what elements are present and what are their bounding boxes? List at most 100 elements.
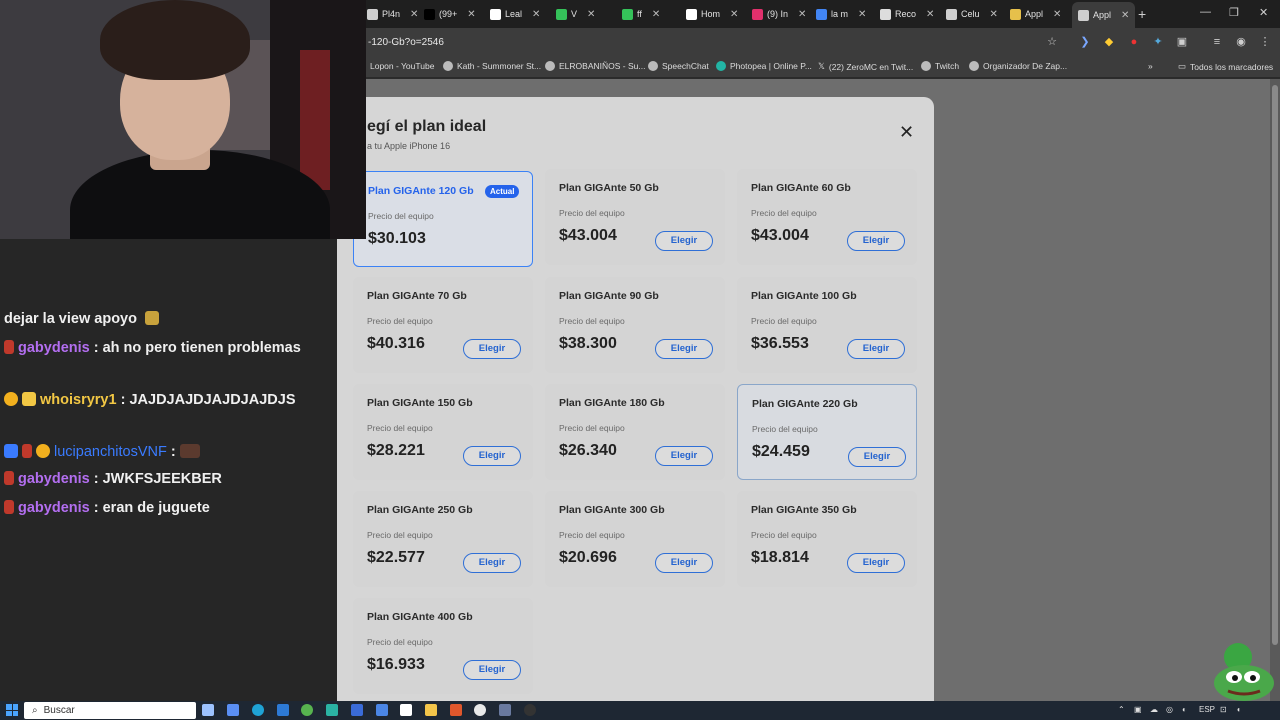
choose-plan-button[interactable]: Elegir: [463, 446, 521, 466]
choose-plan-button[interactable]: Elegir: [847, 553, 905, 573]
obs-icon[interactable]: [524, 704, 536, 716]
media-control-icon[interactable]: ≡: [1210, 35, 1224, 49]
chat-username[interactable]: gabydenis: [18, 500, 90, 516]
plan-card[interactable]: Plan GIGAnte 50 Gb Precio del equipo $43.0…: [545, 169, 725, 265]
tab-close-icon[interactable]: ✕: [990, 9, 998, 20]
language-indicator[interactable]: ESP: [1199, 705, 1215, 714]
app-icon[interactable]: [400, 704, 412, 716]
browser-tab[interactable]: Hom ✕: [686, 4, 738, 24]
extension-icon[interactable]: ●: [1127, 35, 1141, 49]
tray-app-icon[interactable]: ☁: [1150, 705, 1158, 714]
all-bookmarks-folder[interactable]: ▭ Todos los marcadores: [1178, 61, 1273, 72]
choose-plan-button[interactable]: Elegir: [655, 231, 713, 251]
browser-tab[interactable]: la m ✕: [816, 4, 866, 24]
bookmarks-overflow-icon[interactable]: »: [1148, 61, 1153, 71]
bookmark-star-icon[interactable]: ☆: [1045, 35, 1059, 49]
plan-card[interactable]: Plan GIGAnte 100 Gb Precio del equipo $36.…: [737, 277, 917, 373]
choose-plan-button[interactable]: Elegir: [463, 339, 521, 359]
tab-close-icon[interactable]: ✕: [532, 9, 540, 20]
chat-username[interactable]: whoisryry1: [40, 392, 117, 408]
plan-card[interactable]: Plan GIGAnte 60 Gb Precio del equipo $43.0…: [737, 169, 917, 265]
app-icon[interactable]: [499, 704, 511, 716]
app-icon[interactable]: [376, 704, 388, 716]
bookmark-item[interactable]: Organizador De Zap...: [969, 61, 1067, 71]
plan-card[interactable]: Plan GIGAnte 180 Gb Precio del equipo $26.…: [545, 384, 725, 480]
close-icon[interactable]: ✕: [899, 123, 914, 141]
chat-username[interactable]: gabydenis: [18, 471, 90, 487]
app-icon[interactable]: [450, 704, 462, 716]
minimize-icon[interactable]: —: [1200, 6, 1211, 18]
tab-close-icon[interactable]: ✕: [587, 9, 595, 20]
volume-icon[interactable]: ◖: [1236, 705, 1241, 714]
scrollbar-thumb[interactable]: [1272, 85, 1278, 645]
plan-card[interactable]: Plan GIGAnte 150 Gb Precio del equipo $28.…: [353, 384, 533, 480]
taskbar-search[interactable]: ⌕ Buscar: [24, 702, 196, 719]
plan-card[interactable]: Plan GIGAnte 220 Gb Precio del equipo $24.…: [737, 384, 917, 480]
app-icon[interactable]: [351, 704, 363, 716]
choose-plan-button[interactable]: Elegir: [655, 446, 713, 466]
file-explorer-icon[interactable]: [425, 704, 437, 716]
tray-app-icon[interactable]: ▣: [1134, 705, 1142, 714]
menu-kebab-icon[interactable]: ⋮: [1258, 35, 1272, 49]
task-view-icon[interactable]: [202, 704, 214, 716]
bookmark-item[interactable]: Photopea | Online P...: [716, 61, 812, 71]
browser-tab[interactable]: ff ✕: [622, 4, 660, 24]
store-icon[interactable]: [277, 704, 289, 716]
tab-close-icon[interactable]: ✕: [858, 9, 866, 20]
plan-card[interactable]: Plan GIGAnte 350 Gb Precio del equipo $18.…: [737, 491, 917, 587]
plan-card[interactable]: Plan GIGAnte 120 Gb Precio del equipo $30.…: [353, 171, 533, 267]
browser-tab[interactable]: Appl ✕: [1010, 4, 1061, 24]
plan-card[interactable]: Plan GIGAnte 70 Gb Precio del equipo $40.3…: [353, 277, 533, 373]
app-icon[interactable]: [227, 704, 239, 716]
tray-app-icon[interactable]: ◐: [1182, 705, 1187, 714]
plan-card[interactable]: Plan GIGAnte 400 Gb Precio del equipo $16.…: [353, 598, 533, 694]
extension-icon[interactable]: ◆: [1102, 35, 1116, 49]
tab-close-icon[interactable]: ✕: [652, 9, 660, 20]
browser-tab[interactable]: (99+ ✕: [424, 4, 476, 24]
edge-icon[interactable]: [252, 704, 264, 716]
browser-tab[interactable]: V ✕: [556, 4, 595, 24]
browser-tab[interactable]: (9) In ✕: [752, 4, 806, 24]
url-field[interactable]: -120-Gb?o=2546: [368, 37, 444, 48]
close-window-icon[interactable]: ✕: [1259, 6, 1268, 19]
bookmark-item[interactable]: Lopon - YouTube: [370, 61, 434, 71]
chrome-icon[interactable]: [474, 704, 486, 716]
tab-close-icon[interactable]: ✕: [467, 9, 475, 20]
tab-close-icon[interactable]: ✕: [1121, 10, 1129, 21]
plan-card[interactable]: Plan GIGAnte 90 Gb Precio del equipo $38.3…: [545, 277, 725, 373]
tab-close-icon[interactable]: ✕: [926, 9, 934, 20]
tab-close-icon[interactable]: ✕: [1053, 9, 1061, 20]
tab-close-icon[interactable]: ✕: [798, 9, 806, 20]
choose-plan-button[interactable]: Elegir: [848, 447, 906, 467]
chat-username[interactable]: gabydenis: [18, 340, 90, 356]
plan-card[interactable]: Plan GIGAnte 300 Gb Precio del equipo $20.…: [545, 491, 725, 587]
choose-plan-button[interactable]: Elegir: [847, 231, 905, 251]
avatar[interactable]: ◉: [1234, 35, 1248, 49]
choose-plan-button[interactable]: Elegir: [463, 660, 521, 680]
new-tab-button[interactable]: +: [1138, 6, 1146, 22]
chat-username[interactable]: lucipanchitosVNF: [54, 444, 167, 460]
extensions-puzzle-icon[interactable]: ▣: [1175, 35, 1189, 49]
browser-tab[interactable]: Pl4n ✕: [367, 4, 418, 24]
browser-tab[interactable]: Celu ✕: [946, 4, 998, 24]
tab-close-icon[interactable]: ✕: [410, 9, 418, 20]
choose-plan-button[interactable]: Elegir: [847, 339, 905, 359]
bookmark-item[interactable]: 𝕏 (22) ZeroMC en Twit...: [818, 61, 913, 72]
scrollbar[interactable]: [1270, 79, 1280, 701]
browser-tab[interactable]: Reco ✕: [880, 4, 934, 24]
bookmark-item[interactable]: Twitch: [921, 61, 959, 71]
bookmark-item[interactable]: Kath - Summoner St...: [443, 61, 541, 71]
windows-start-icon[interactable]: [6, 704, 18, 716]
network-icon[interactable]: ⊡: [1220, 705, 1227, 714]
tab-close-icon[interactable]: ✕: [730, 9, 738, 20]
app-icon[interactable]: [326, 704, 338, 716]
extension-icon[interactable]: ❯: [1078, 35, 1092, 49]
tray-app-icon[interactable]: ◎: [1166, 705, 1173, 714]
bookmark-item[interactable]: SpeechChat: [648, 61, 709, 71]
xbox-icon[interactable]: [301, 704, 313, 716]
choose-plan-button[interactable]: Elegir: [463, 553, 521, 573]
browser-tab[interactable]: Appl ✕: [1072, 2, 1136, 28]
maximize-icon[interactable]: ❐: [1229, 6, 1239, 19]
bookmark-item[interactable]: ELROBANIÑOS - Su...: [545, 61, 645, 71]
extension-icon[interactable]: ✦: [1151, 35, 1165, 49]
